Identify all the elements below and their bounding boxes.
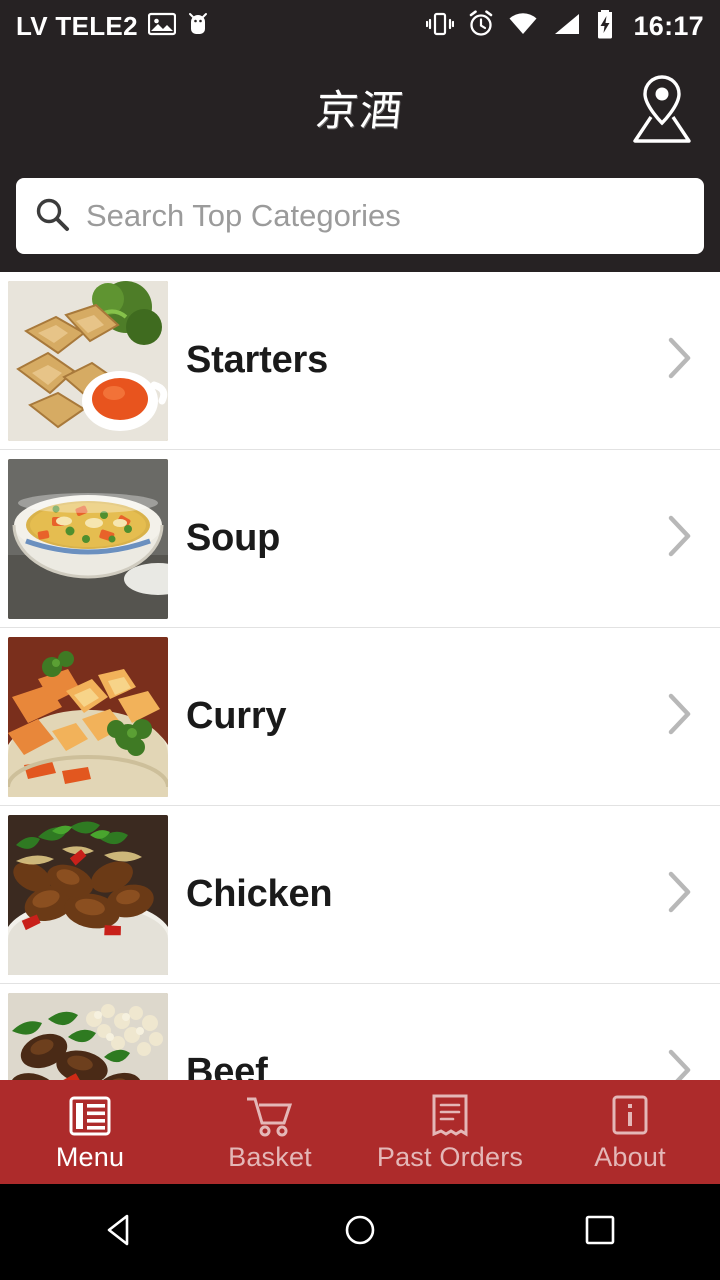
status-bar-left: LV TELE2 [16,11,210,42]
curry-thumbnail [8,636,168,797]
list-item-label: Chicken [186,873,333,915]
shopping-cart-icon [245,1093,295,1139]
nav-label-past-orders: Past Orders [376,1142,524,1172]
chevron-right-icon [664,335,694,386]
search-icon [34,196,70,237]
list-item-label: Curry [186,695,287,737]
list-item[interactable]: Chicken [0,806,720,984]
chevron-right-icon [664,513,694,564]
battery-charging-icon [594,9,616,44]
wifi-icon [508,12,538,41]
bug-droid-icon [186,11,210,42]
chevron-right-icon [664,691,694,742]
recents-button[interactable] [540,1184,660,1280]
home-button[interactable] [300,1184,420,1280]
search-box[interactable] [16,178,704,254]
nav-item-menu[interactable]: Menu [0,1080,180,1184]
nav-item-about[interactable]: About [540,1080,720,1184]
signal-icon [551,12,581,41]
status-bar-right: 16:17 [426,9,704,44]
list-item-label: Soup [186,517,281,559]
status-clock: 16:17 [633,10,704,41]
category-list[interactable]: Starters Soup Curry Chicken Beef [0,272,720,1080]
starters-thumbnail [8,280,168,441]
app-screen: LV TELE2 16:17 京酒 Search Top Categories … [0,0,720,1280]
recents-square-icon [580,1210,620,1255]
location-pin-icon [629,73,695,150]
soup-thumbnail [8,458,168,619]
location-pin-button[interactable] [626,73,698,150]
nav-label-basket: Basket [228,1142,312,1172]
chevron-right-icon [664,1047,694,1080]
list-item-label: Starters [186,339,329,381]
restaurant-logo: 京酒 [313,86,407,135]
carrier-label: LV TELE2 [16,10,138,41]
list-item[interactable]: Starters [0,272,720,450]
beef-thumbnail [8,992,168,1080]
chicken-thumbnail [8,814,168,975]
list-item-label: Beef [186,1051,268,1080]
list-item[interactable]: Beef [0,984,720,1080]
search-bar-container [0,170,720,272]
vibrate-icon [426,11,455,42]
info-icon [608,1093,652,1139]
list-item[interactable]: Soup [0,450,720,628]
nav-item-basket[interactable]: Basket [180,1080,360,1184]
nav-label-menu: Menu [55,1142,125,1172]
list-item[interactable]: Curry [0,628,720,806]
back-triangle-icon [100,1210,140,1255]
back-button[interactable] [60,1184,180,1280]
app-header: 京酒 [0,52,720,170]
image-icon [147,12,176,41]
status-bar: LV TELE2 16:17 [0,0,720,52]
home-circle-icon [340,1210,380,1255]
nav-label-about: About [594,1142,666,1172]
menu-list-icon [67,1093,113,1139]
search-input[interactable] [86,198,686,234]
chevron-right-icon [664,869,694,920]
bottom-navigation: Menu Basket Past Orders About [0,1080,720,1184]
alarm-clock-icon [467,9,495,43]
system-navigation-bar [0,1184,720,1280]
receipt-icon [429,1093,471,1139]
nav-item-past-orders[interactable]: Past Orders [360,1080,540,1184]
